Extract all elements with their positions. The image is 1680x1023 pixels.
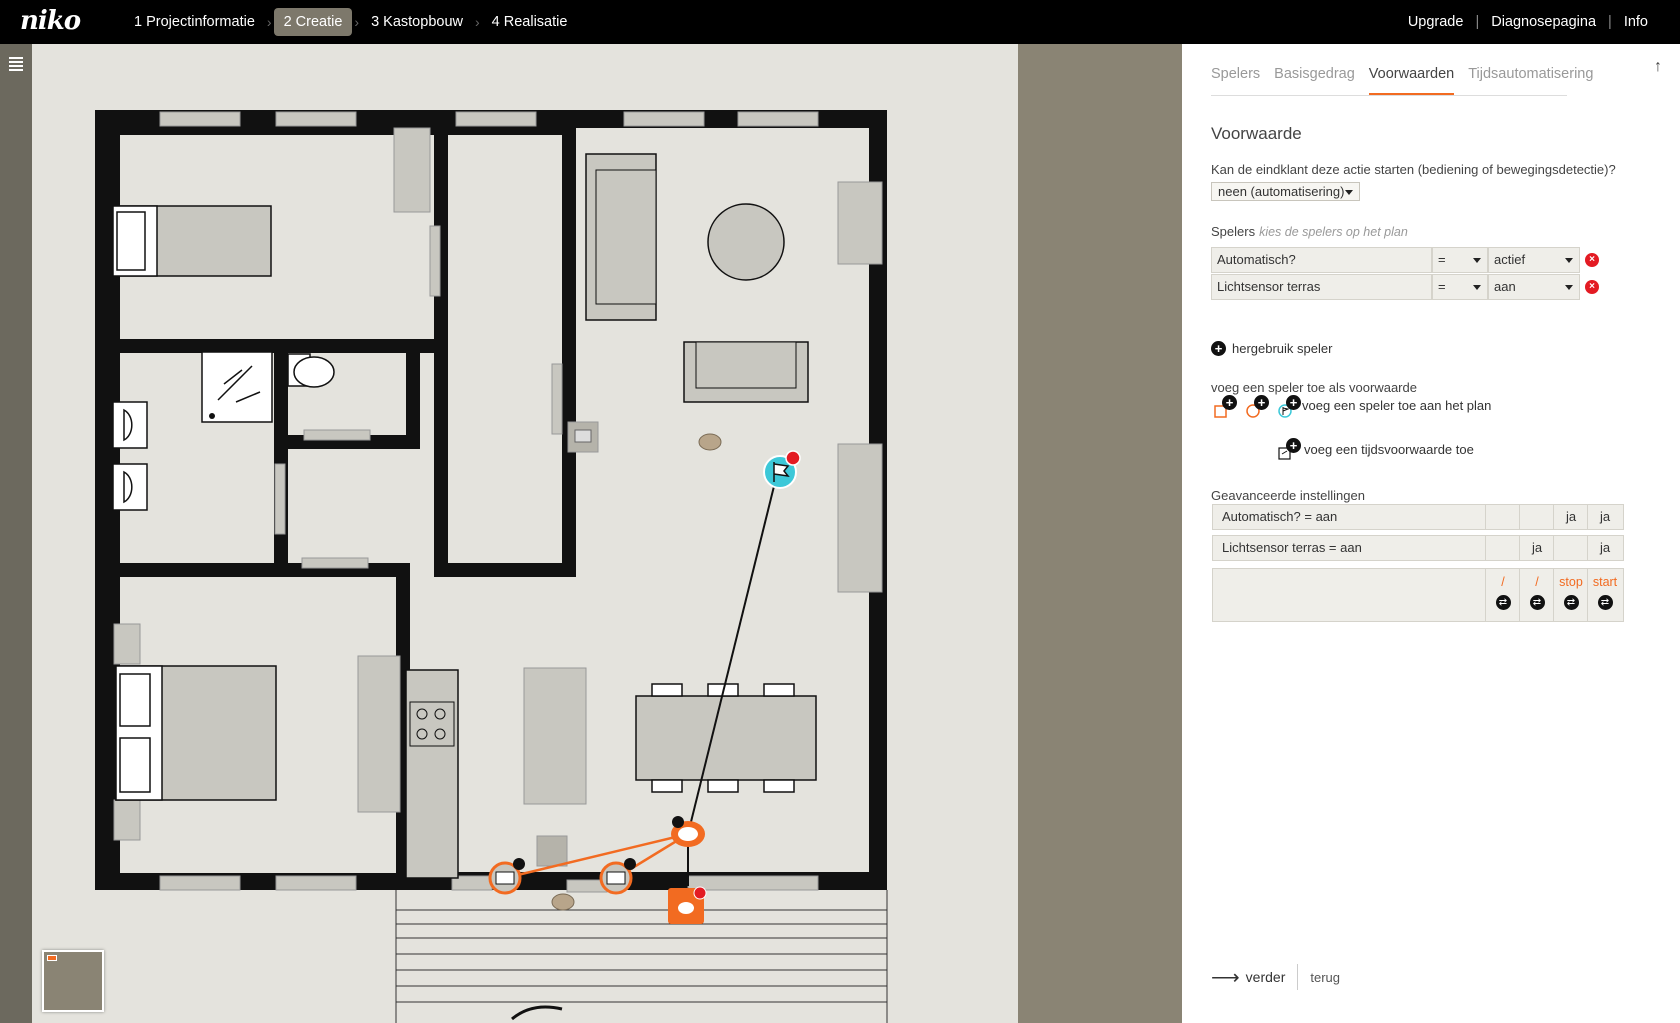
sensor-tile-icon[interactable] — [536, 835, 568, 867]
step-kastopbouw[interactable]: 3 Kastopbouw — [361, 8, 473, 36]
tab-voorwaarden[interactable]: Voorwaarden — [1368, 66, 1455, 95]
plus-icon: + — [1286, 395, 1301, 410]
advanced-label: Geavanceerde instellingen — [1211, 488, 1365, 503]
condition-name: Automatisch? — [1211, 247, 1432, 273]
advanced-actions-row: / ⇄ / ⇄ stop ⇄ start ⇄ — [1212, 568, 1624, 622]
plus-icon[interactable] — [513, 858, 525, 870]
warning-icon — [672, 816, 684, 828]
start-select-value: neen (automatisering) — [1218, 184, 1345, 199]
start-question: Kan de eindklant deze actie starten (bed… — [1211, 162, 1616, 177]
diagnose-link[interactable]: Diagnosepagina — [1491, 14, 1596, 30]
advanced-cell[interactable] — [1485, 505, 1520, 529]
floor-plan-canvas[interactable] — [32, 44, 1018, 1023]
remove-condition-icon[interactable]: × — [1585, 280, 1599, 294]
advanced-cell[interactable]: ja — [1553, 505, 1588, 529]
swap-icon[interactable]: ⇄ — [1597, 595, 1613, 610]
plus-icon: + — [1254, 395, 1269, 410]
top-bar: niko 1 Projectinformatie › 2 Creatie › 3… — [0, 0, 1680, 44]
caret-down-icon — [1473, 285, 1481, 290]
divider — [1297, 964, 1299, 990]
canvas-margin — [1018, 44, 1182, 1023]
spelers-label: Spelers kies de spelers op het plan — [1211, 224, 1408, 239]
remove-condition-icon[interactable]: × — [1585, 253, 1599, 267]
remove-icon[interactable] — [785, 450, 801, 466]
panel-footer: ⟶ verder terug — [1211, 964, 1340, 990]
motion-sensor-icon[interactable] — [551, 893, 575, 911]
caret-down-icon — [1345, 189, 1353, 195]
remove-icon[interactable] — [693, 886, 707, 900]
chevron-right-icon: › — [354, 14, 360, 30]
minimap[interactable] — [42, 950, 104, 1012]
advanced-row: Lichtsensor terras = aan ja ja — [1212, 535, 1624, 561]
advanced-cell[interactable] — [1485, 536, 1520, 560]
caret-down-icon — [1565, 258, 1573, 263]
advanced-row-name: Lichtsensor terras = aan — [1222, 540, 1362, 555]
advanced-action[interactable]: / ⇄ — [1485, 569, 1520, 621]
caret-down-icon — [1473, 258, 1481, 263]
room-hall — [434, 121, 576, 577]
top-links: Upgrade | Diagnosepagina | Info — [1408, 0, 1648, 44]
add-time-label[interactable]: voeg een tijdsvoorwaarde toe — [1304, 442, 1474, 457]
advanced-action[interactable]: stop ⇄ — [1553, 569, 1588, 621]
step-realisatie[interactable]: 4 Realisatie — [482, 8, 578, 36]
arrow-up-icon[interactable]: ↑ — [1654, 58, 1662, 76]
reuse-player-button[interactable]: + hergebruik speler — [1211, 340, 1333, 357]
plus-icon: + — [1222, 395, 1237, 410]
info-link[interactable]: Info — [1624, 14, 1648, 30]
tab-basisgedrag[interactable]: Basisgedrag — [1274, 66, 1355, 95]
motion-sensor-icon[interactable] — [698, 433, 722, 451]
swap-icon[interactable]: ⇄ — [1495, 595, 1511, 610]
plus-icon[interactable] — [624, 858, 636, 870]
step-creatie[interactable]: 2 Creatie — [273, 8, 353, 36]
floor-plan — [95, 110, 888, 1023]
add-time-condition-icon[interactable]: + — [1277, 438, 1301, 464]
reuse-label: hergebruik speler — [1232, 341, 1333, 357]
advanced-cell[interactable]: ja — [1519, 536, 1554, 560]
swap-icon[interactable]: ⇄ — [1563, 595, 1579, 610]
add-condition-label: voeg een speler toe als voorwaarde — [1211, 380, 1417, 395]
advanced-cell[interactable] — [1553, 536, 1588, 560]
tab-bar: Spelers Basisgedrag Voorwaarden Tijdsaut… — [1211, 66, 1593, 96]
advanced-cell[interactable]: ja — [1587, 505, 1622, 529]
chevron-right-icon: › — [474, 14, 480, 30]
step-projectinformatie[interactable]: 1 Projectinformatie — [124, 8, 265, 36]
advanced-cell[interactable]: ja — [1587, 536, 1622, 560]
condition-value[interactable]: actief — [1488, 247, 1580, 273]
add-circle-player-icon[interactable]: + — [1245, 395, 1269, 421]
add-square-player-icon[interactable]: + — [1213, 395, 1237, 421]
back-button[interactable]: terug — [1310, 970, 1340, 985]
left-toolbar — [0, 44, 32, 1023]
advanced-action[interactable]: / ⇄ — [1519, 569, 1554, 621]
upgrade-link[interactable]: Upgrade — [1408, 14, 1464, 30]
condition-operator[interactable]: = — [1432, 247, 1488, 273]
separator: | — [1475, 14, 1480, 30]
condition-operator[interactable]: = — [1432, 274, 1488, 300]
advanced-cell[interactable] — [1519, 505, 1554, 529]
spelers-label-text: Spelers — [1211, 224, 1256, 239]
advanced-row: Automatisch? = aan ja ja — [1212, 504, 1624, 530]
tab-tijdsautomatisering[interactable]: Tijdsautomatisering — [1468, 66, 1593, 95]
add-plan-label[interactable]: voeg een speler toe aan het plan — [1302, 398, 1491, 413]
separator: | — [1608, 14, 1612, 30]
caret-down-icon — [1565, 285, 1573, 290]
section-title: Voorwaarde — [1211, 124, 1302, 143]
list-menu-icon[interactable] — [9, 57, 23, 73]
next-button[interactable]: verder — [1246, 969, 1286, 985]
advanced-row-name: Automatisch? = aan — [1222, 509, 1338, 524]
tab-spelers[interactable]: Spelers — [1211, 66, 1260, 95]
chevron-right-icon: › — [266, 14, 272, 30]
arrow-right-icon: ⟶ — [1211, 966, 1240, 989]
plus-icon: + — [1211, 341, 1226, 357]
add-flag-player-icon[interactable]: + — [1277, 395, 1301, 421]
step-navigation: 1 Projectinformatie › 2 Creatie › 3 Kast… — [124, 0, 577, 44]
advanced-action[interactable]: start ⇄ — [1587, 569, 1622, 621]
start-select[interactable]: neen (automatisering) — [1211, 182, 1360, 201]
spelers-hint: kies de spelers op het plan — [1259, 225, 1408, 239]
plus-icon: + — [1286, 438, 1301, 453]
swap-icon[interactable]: ⇄ — [1529, 595, 1545, 610]
properties-panel: ↑ Spelers Basisgedrag Voorwaarden Tijdsa… — [1182, 44, 1680, 1023]
condition-name: Lichtsensor terras — [1211, 274, 1432, 300]
condition-value[interactable]: aan — [1488, 274, 1580, 300]
niko-logo: niko — [20, 6, 81, 36]
